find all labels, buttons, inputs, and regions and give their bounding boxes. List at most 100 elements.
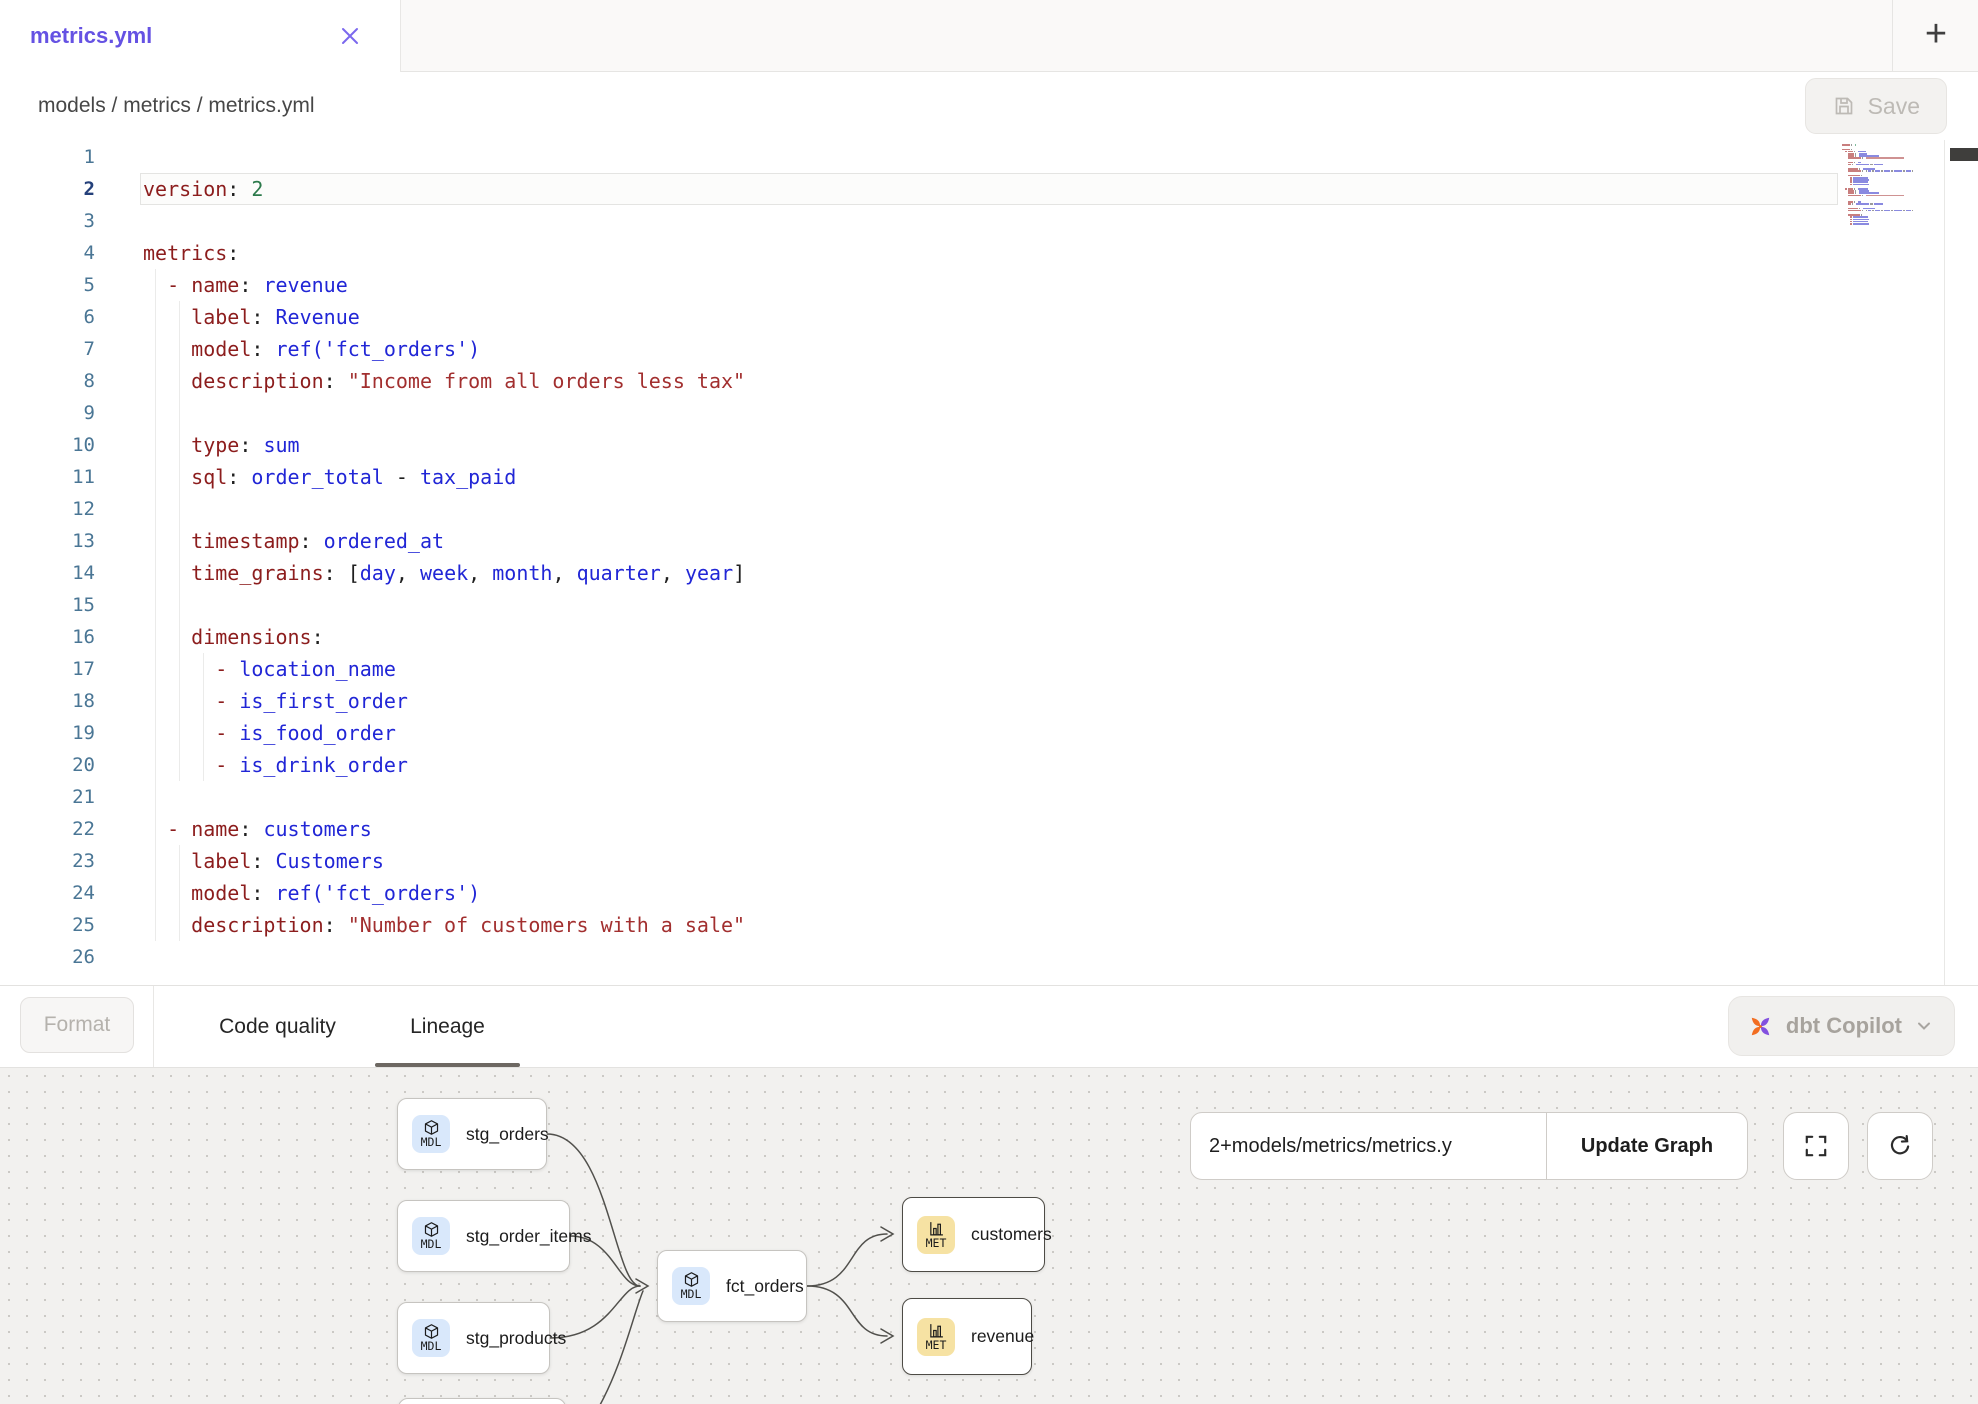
line-number: 26 [0, 941, 95, 973]
code-line[interactable]: 18 - is_first_order [0, 685, 1978, 717]
bar-chart-icon: MET [917, 1216, 955, 1254]
update-graph-button[interactable]: Update Graph [1547, 1113, 1747, 1179]
indent-guide [155, 269, 156, 941]
lineage-node-stg_order_items[interactable]: MDLstg_order_items [397, 1200, 570, 1272]
line-code: model: ref('fct_orders') [143, 333, 480, 365]
lineage-node-customers[interactable]: METcustomers [902, 1197, 1045, 1272]
code-editor[interactable]: 12version: 234metrics:5 - name: revenue6… [0, 140, 1978, 985]
lineage-filter-input[interactable] [1191, 1113, 1546, 1179]
save-icon [1832, 94, 1856, 118]
close-icon[interactable] [338, 24, 362, 48]
line-code: time_grains: [day, week, month, quarter,… [143, 557, 745, 589]
code-line[interactable]: 16 dimensions: [0, 621, 1978, 653]
line-number: 1 [0, 141, 95, 173]
code-line[interactable]: 6 label: Revenue [0, 301, 1978, 333]
tab-metrics-yml[interactable]: metrics.yml [0, 0, 401, 72]
lineage-node-revenue[interactable]: METrevenue [902, 1298, 1032, 1375]
line-number: 19 [0, 717, 95, 749]
line-code: - is_first_order [143, 685, 408, 717]
node-label: stg_order_items [466, 1226, 591, 1247]
fullscreen-button[interactable] [1783, 1112, 1849, 1180]
lineage-node-fct_orders[interactable]: MDL fct_orders [657, 1250, 807, 1322]
code-line[interactable]: 5 - name: revenue [0, 269, 1978, 301]
scrollbar-thumb[interactable] [1950, 148, 1978, 161]
code-line[interactable]: 26 [0, 941, 1978, 973]
plus-icon: + [1925, 15, 1947, 53]
line-number: 21 [0, 781, 95, 813]
code-line[interactable]: 10 type: sum [0, 429, 1978, 461]
line-number: 3 [0, 205, 95, 237]
tab-code-quality[interactable]: Code quality [200, 986, 355, 1067]
line-code: - is_drink_order [143, 749, 408, 781]
node-label: fct_orders [726, 1276, 804, 1297]
line-code: sql: order_total - tax_paid [143, 461, 516, 493]
lineage-node-stg_products[interactable]: MDLstg_products [397, 1302, 550, 1374]
tab-lineage[interactable]: Lineage [375, 986, 520, 1067]
line-code: - name: revenue [143, 269, 348, 301]
line-number: 25 [0, 909, 95, 941]
line-number: 23 [0, 845, 95, 877]
code-line[interactable]: 23 label: Customers [0, 845, 1978, 877]
line-number: 15 [0, 589, 95, 621]
indent-guide [179, 301, 180, 781]
bottom-toolbar: Format Code quality Lineage dbt Copilot [0, 985, 1978, 1068]
code-line[interactable]: 17 - location_name [0, 653, 1978, 685]
new-tab-button[interactable]: + [1892, 0, 1978, 71]
code-line[interactable]: 7 model: ref('fct_orders') [0, 333, 1978, 365]
chevron-down-icon [1914, 1016, 1934, 1036]
cube-icon: MDL [672, 1267, 710, 1305]
indent-guide [203, 653, 204, 781]
fullscreen-icon [1803, 1133, 1829, 1159]
lineage-graph[interactable]: MDLstg_ordersMDLstg_order_itemsMDLstg_pr… [0, 1068, 1978, 1404]
save-button[interactable]: Save [1805, 78, 1947, 134]
line-code: - name: customers [143, 813, 372, 845]
line-number: 4 [0, 237, 95, 269]
refresh-button[interactable] [1867, 1112, 1933, 1180]
lineage-toolbar: Update Graph [1190, 1112, 1748, 1180]
cube-icon: MDL [412, 1319, 450, 1357]
line-number: 10 [0, 429, 95, 461]
line-number: 13 [0, 525, 95, 557]
line-code: type: sum [143, 429, 300, 461]
tab-title: metrics.yml [30, 23, 152, 49]
code-line[interactable]: 22 - name: customers [0, 813, 1978, 845]
format-button[interactable]: Format [20, 997, 134, 1053]
line-code: - is_food_order [143, 717, 396, 749]
code-line[interactable]: 20 - is_drink_order [0, 749, 1978, 781]
refresh-icon [1887, 1133, 1913, 1159]
lineage-node-stg_orders[interactable]: MDLstg_orders [397, 1098, 547, 1170]
node-label: stg_orders [466, 1124, 549, 1145]
code-line[interactable]: 2version: 2 [0, 173, 1978, 205]
lineage-node-partial_node[interactable] [398, 1398, 566, 1404]
code-line[interactable]: 9 [0, 397, 1978, 429]
minimap-divider [1944, 140, 1945, 985]
line-code: - location_name [143, 653, 396, 685]
code-line[interactable]: 12 [0, 493, 1978, 525]
code-line[interactable]: 1 [0, 141, 1978, 173]
code-line[interactable]: 4 metrics: [0, 237, 1978, 269]
code-line[interactable]: 14 time_grains: [day, week, month, quart… [0, 557, 1978, 589]
line-code: timestamp: ordered_at [143, 525, 444, 557]
line-code: model: ref('fct_orders') [143, 877, 480, 909]
breadcrumb-row: models / metrics / metrics.yml Save [0, 72, 1978, 141]
code-line[interactable]: 15 [0, 589, 1978, 621]
line-number: 24 [0, 877, 95, 909]
line-number: 17 [0, 653, 95, 685]
line-code: version: 2 [143, 173, 263, 205]
minimap[interactable] [1842, 142, 1938, 225]
code-line[interactable]: 25 description: "Number of customers wit… [0, 909, 1978, 941]
code-line[interactable]: 3 [0, 205, 1978, 237]
line-code: description: "Number of customers with a… [143, 909, 745, 941]
line-number: 20 [0, 749, 95, 781]
code-line[interactable]: 21 [0, 781, 1978, 813]
dbt-copilot-button[interactable]: dbt Copilot [1728, 996, 1955, 1056]
code-line[interactable]: 13 timestamp: ordered_at [0, 525, 1978, 557]
code-line[interactable]: 11 sql: order_total - tax_paid [0, 461, 1978, 493]
line-number: 9 [0, 397, 95, 429]
bar-chart-icon: MET [917, 1318, 955, 1356]
indent-guide [179, 845, 180, 941]
code-line[interactable]: 8 description: "Income from all orders l… [0, 365, 1978, 397]
code-line[interactable]: 24 model: ref('fct_orders') [0, 877, 1978, 909]
line-code: metrics: [143, 237, 239, 269]
code-line[interactable]: 19 - is_food_order [0, 717, 1978, 749]
